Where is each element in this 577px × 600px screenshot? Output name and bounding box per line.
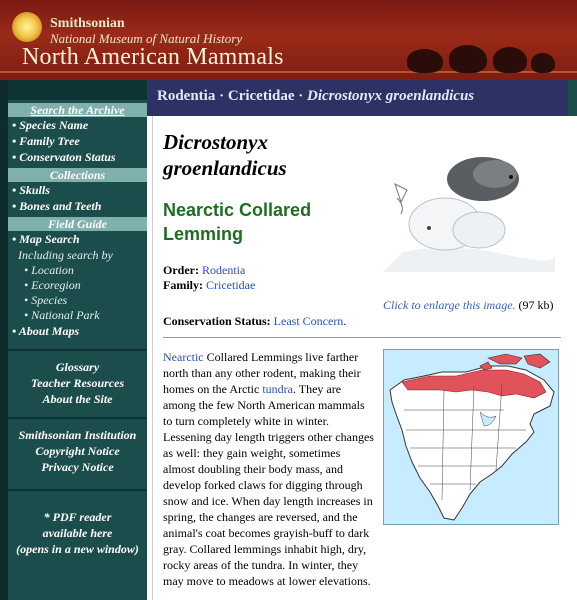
site-title[interactable]: North American Mammals bbox=[22, 44, 284, 71]
breadcrumb-order[interactable]: Rodentia bbox=[157, 88, 215, 104]
site-header: Smithsonian National Museum of Natural H… bbox=[0, 0, 577, 80]
family-label: Family: bbox=[163, 278, 203, 292]
common-name: Nearctic Collared Lemming bbox=[163, 198, 373, 246]
breadcrumb-separator: · bbox=[215, 88, 228, 104]
common-name-line2: Lemming bbox=[163, 224, 244, 244]
tundra-link[interactable]: tundra bbox=[262, 382, 293, 396]
scientific-name-epithet: groenlandicus bbox=[163, 156, 287, 180]
sidebar-item-ecoregion[interactable]: • Ecoregion bbox=[8, 278, 147, 293]
sidebar-link-about-site[interactable]: About the Site bbox=[8, 391, 147, 407]
sidebar-link-smithsonian[interactable]: Smithsonian Institution bbox=[8, 427, 147, 443]
scientific-name-genus: Dicrostonyx bbox=[163, 130, 268, 154]
range-map-image[interactable] bbox=[383, 349, 559, 525]
sidebar-pdf-note: * PDF reader bbox=[43, 510, 112, 524]
sidebar-title-search-archive[interactable]: Search the Archive bbox=[8, 103, 147, 117]
sidebar-item-species-name[interactable]: • Species Name bbox=[8, 117, 147, 133]
right-edge-strip bbox=[568, 80, 577, 116]
sidebar-title-collections: Collections bbox=[8, 168, 147, 182]
sidebar-item-skulls[interactable]: • Skulls bbox=[8, 182, 147, 198]
order-label: Order: bbox=[163, 263, 199, 277]
order-link[interactable]: Rodentia bbox=[202, 263, 245, 277]
sidebar-item-national-park[interactable]: • National Park bbox=[8, 308, 147, 323]
breadcrumb-family[interactable]: Cricetidae bbox=[228, 88, 295, 104]
conservation-row: Conservation Status: Least Concern. bbox=[163, 314, 346, 329]
sidebar-item-species[interactable]: • Species bbox=[8, 293, 147, 308]
sidebar-including-label: Including search by bbox=[18, 248, 113, 262]
species-description: Nearctic Collared Lemmings live farther … bbox=[163, 349, 375, 589]
sidebar-top-bar bbox=[8, 80, 147, 100]
conservation-period: . bbox=[343, 314, 347, 328]
sidebar-divider bbox=[8, 489, 147, 491]
sidebar-item-conservation-status[interactable]: • Conservaton Status bbox=[8, 149, 147, 165]
species-content: Dicrostonyx groenlandicus Nearctic Colla… bbox=[152, 116, 569, 600]
description-text-2: . They are among the few North American … bbox=[163, 382, 374, 588]
sidebar-divider bbox=[8, 349, 147, 351]
family-row: Family: Cricetidae bbox=[163, 278, 255, 293]
sidebar-link-glossary[interactable]: Glossary bbox=[8, 359, 147, 375]
sidebar-item-about-maps[interactable]: • About Maps bbox=[8, 323, 147, 339]
conservation-label: Conservation Status: bbox=[163, 314, 271, 328]
image-size: (97 kb) bbox=[515, 298, 554, 312]
sidebar-divider bbox=[8, 417, 147, 419]
content-divider bbox=[163, 337, 561, 338]
common-name-line1: Nearctic Collared bbox=[163, 200, 312, 220]
scientific-name: Dicrostonyx groenlandicus bbox=[163, 129, 373, 181]
family-link[interactable]: Cricetidae bbox=[206, 278, 255, 292]
sidebar-pdf-link[interactable]: available here bbox=[8, 525, 147, 541]
sidebar-pdf-window-note: (opens in a new window) bbox=[16, 542, 139, 556]
order-row: Order: Rodentia bbox=[163, 263, 245, 278]
sidebar-item-family-tree[interactable]: • Family Tree bbox=[8, 133, 147, 149]
sidebar-item-map-search[interactable]: • Map Search bbox=[8, 231, 147, 247]
muskox-herd-silhouette-icon bbox=[407, 37, 557, 73]
left-edge-strip bbox=[0, 80, 8, 600]
breadcrumb-separator: · bbox=[294, 88, 308, 104]
org-name: Smithsonian bbox=[50, 16, 125, 31]
sidebar-link-teacher-resources[interactable]: Teacher Resources bbox=[8, 375, 147, 391]
sidebar-item-bones-teeth[interactable]: • Bones and Teeth bbox=[8, 198, 147, 214]
lemming-illustration-image[interactable] bbox=[383, 144, 555, 272]
sidebar-title-field-guide: Field Guide bbox=[8, 217, 147, 231]
image-caption: Click to enlarge this image. (97 kb) bbox=[383, 297, 563, 313]
sidebar-nav: Search the Archive • Species Name • Fami… bbox=[8, 80, 147, 600]
sidebar-item-location[interactable]: • Location bbox=[8, 263, 147, 278]
smithsonian-sunburst-logo-icon bbox=[12, 12, 42, 42]
breadcrumb-species: Dicrostonyx groenlandicus bbox=[307, 88, 475, 104]
conservation-link[interactable]: Least Concern bbox=[274, 314, 344, 328]
enlarge-image-link[interactable]: Click to enlarge this image. bbox=[383, 298, 516, 312]
sidebar-link-privacy[interactable]: Privacy Notice bbox=[8, 459, 147, 475]
nearctic-link[interactable]: Nearctic bbox=[163, 350, 204, 364]
breadcrumb: Rodentia · Cricetidae · Dicrostonyx groe… bbox=[147, 80, 568, 116]
sidebar-link-copyright[interactable]: Copyright Notice bbox=[8, 443, 147, 459]
